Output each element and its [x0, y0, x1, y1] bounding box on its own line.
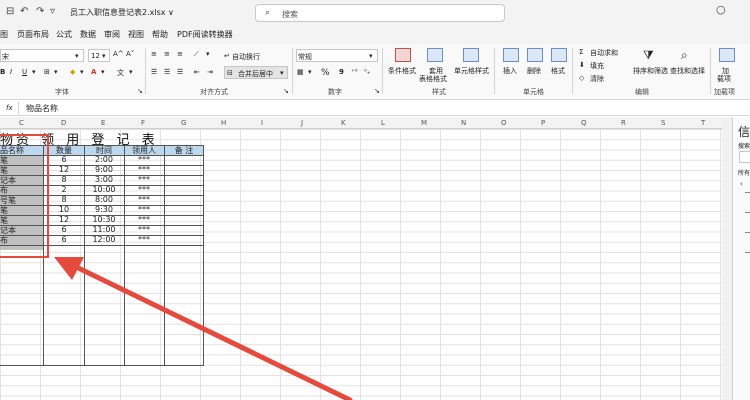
side-panel: 信 搜索 所有 ‹ — [732, 117, 750, 400]
divider — [745, 212, 750, 213]
vertical-scrollbar[interactable] — [722, 117, 732, 400]
divider — [745, 192, 750, 193]
back-icon[interactable]: ‹ — [740, 180, 743, 188]
side-panel-search-input[interactable] — [739, 151, 750, 163]
side-panel-title: 信 — [738, 125, 750, 139]
divider — [745, 252, 750, 253]
annotation-arrow — [54, 257, 353, 400]
divider — [745, 232, 750, 233]
side-panel-filter[interactable]: 所有 — [738, 168, 750, 177]
side-panel-search[interactable]: 搜索 — [738, 141, 750, 150]
